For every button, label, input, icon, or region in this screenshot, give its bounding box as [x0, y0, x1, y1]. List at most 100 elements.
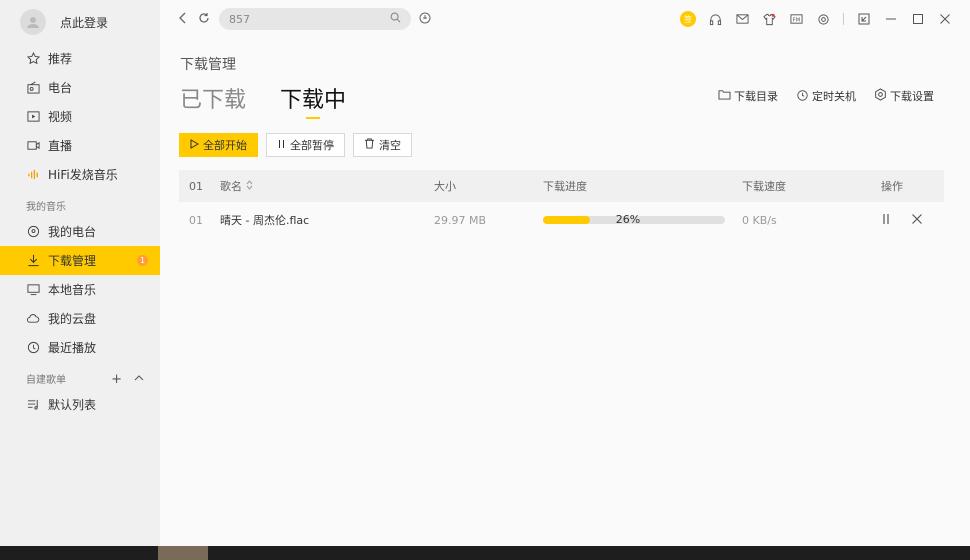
timer-shutdown-link[interactable]: 定时关机: [796, 88, 856, 104]
section-playlists-label: 自建歌单: [26, 375, 66, 386]
tab-downloading[interactable]: 下载中: [280, 82, 346, 119]
minimize-icon[interactable]: [883, 12, 898, 27]
sidebar-item-label: 电台: [48, 81, 73, 95]
sidebar-item-label: 推荐: [48, 52, 73, 66]
download-count-badge: 1: [137, 255, 148, 266]
sidebar-item-label: 视频: [48, 110, 73, 124]
progress-text: 26%: [615, 213, 641, 226]
delete-icon[interactable]: [911, 213, 923, 228]
header-index: 01: [189, 179, 203, 193]
mini-mode-icon[interactable]: [856, 12, 871, 27]
listen-identify-icon[interactable]: [419, 12, 431, 27]
sidebar-item-my-radio[interactable]: 我的电台: [0, 217, 160, 246]
divider: [843, 13, 844, 25]
login-label[interactable]: 点此登录: [60, 14, 108, 31]
main-content: 下载管理 已下载 下载中 下载目录 定时关机 下载设置 全部开始 全部暂停 清空: [160, 38, 970, 546]
table-header: 01 歌名 大小 下载进度 下载速度 操作: [179, 170, 944, 202]
live-icon: [26, 139, 40, 153]
row-progress: 26%: [543, 213, 725, 226]
album-thumbnail[interactable]: [158, 546, 208, 560]
sign-in-vip-icon[interactable]: 签: [680, 11, 696, 27]
sidebar-item-download[interactable]: 下载管理 1: [0, 246, 160, 275]
header-size: 大小: [434, 180, 456, 193]
my-radio-icon: [26, 225, 40, 239]
sort-icon[interactable]: [246, 179, 253, 193]
login-area[interactable]: 点此登录: [0, 0, 160, 44]
sidebar-item-label: 下载管理: [48, 254, 97, 268]
sidebar-item-label: 最近播放: [48, 341, 97, 355]
topbar: 857 签 FM: [160, 0, 970, 38]
headphones-icon[interactable]: [708, 12, 723, 27]
video-icon: [26, 110, 40, 124]
sidebar-item-live[interactable]: 直播: [0, 131, 160, 160]
pause-all-label: 全部暂停: [290, 139, 334, 152]
trash-icon: [364, 138, 375, 152]
cloud-icon: [26, 312, 40, 326]
sidebar-item-label: 我的云盘: [48, 312, 97, 326]
sidebar-item-local[interactable]: 本地音乐: [0, 275, 160, 304]
sidebar-item-hifi[interactable]: HiFi发烧音乐: [0, 160, 160, 189]
monitor-icon: [26, 283, 40, 297]
skin-icon[interactable]: [762, 12, 777, 27]
avatar[interactable]: [20, 9, 46, 35]
sidebar-item-label: 直播: [48, 139, 73, 153]
sidebar-item-radio[interactable]: 电台: [0, 73, 160, 102]
playlist-icon: [26, 398, 40, 412]
folder-icon: [718, 89, 731, 103]
progress-bar: 26%: [543, 213, 725, 226]
row-size: 29.97 MB: [434, 213, 487, 227]
play-icon: [190, 138, 200, 152]
download-settings-label: 下载设置: [890, 90, 934, 103]
sidebar-item-default-playlist[interactable]: 默认列表: [0, 390, 160, 419]
star-icon: [26, 52, 40, 66]
table-row[interactable]: 01 晴天 - 周杰伦.flac 29.97 MB 26% 0 KB/s: [179, 202, 944, 238]
clear-label: 清空: [379, 139, 401, 152]
window-controls: 签 FM: [680, 11, 952, 27]
collapse-icon[interactable]: [134, 372, 144, 387]
sidebar-item-label: HiFi发烧音乐: [48, 168, 118, 182]
pause-icon: [277, 139, 286, 152]
timer-shutdown-label: 定时关机: [812, 90, 856, 103]
mail-icon[interactable]: [735, 12, 750, 27]
row-index: 01: [189, 213, 203, 227]
pause-all-button[interactable]: 全部暂停: [266, 133, 345, 157]
add-playlist-icon[interactable]: +: [111, 372, 122, 387]
section-my-music: 我的音乐: [26, 202, 66, 213]
timer-icon: [796, 89, 809, 104]
settings-icon[interactable]: [816, 12, 831, 27]
refresh-icon[interactable]: [198, 12, 210, 27]
section-playlists: 自建歌单 +: [0, 362, 160, 390]
fm-icon[interactable]: FM: [789, 12, 804, 27]
pause-icon[interactable]: [881, 213, 891, 228]
tabs: 已下载 下载中: [180, 82, 346, 119]
start-all-button[interactable]: 全部开始: [179, 133, 258, 157]
header-song-name[interactable]: 歌名: [220, 178, 253, 194]
toolbar: 全部开始 全部暂停 清空: [179, 133, 412, 157]
row-ops: [881, 213, 923, 228]
maximize-icon[interactable]: [910, 12, 925, 27]
download-settings-link[interactable]: 下载设置: [874, 88, 934, 104]
back-icon[interactable]: [178, 12, 188, 27]
radio-icon: [26, 81, 40, 95]
search-box[interactable]: 857: [219, 8, 411, 30]
download-dir-link[interactable]: 下载目录: [718, 88, 778, 104]
clear-button[interactable]: 清空: [353, 133, 412, 157]
sidebar-item-label: 我的电台: [48, 225, 97, 239]
sidebar-item-recent[interactable]: 最近播放: [0, 333, 160, 362]
sidebar-item-label: 默认列表: [48, 398, 97, 412]
start-all-label: 全部开始: [203, 139, 247, 152]
sidebar-item-cloud[interactable]: 我的云盘: [0, 304, 160, 333]
tab-downloaded[interactable]: 已下载: [180, 82, 246, 114]
sidebar-item-video[interactable]: 视频: [0, 102, 160, 131]
nav-controls: [178, 12, 210, 27]
search-icon[interactable]: [390, 12, 401, 26]
sidebar: 点此登录 推荐 电台 视频 直播 HiFi发烧音乐 我的音乐 我的电台 下载管理…: [0, 0, 160, 546]
page-title: 下载管理: [180, 57, 236, 73]
search-input[interactable]: 857: [229, 13, 390, 26]
download-table: 01 歌名 大小 下载进度 下载速度 操作 01 晴天 - 周杰伦.flac 2…: [179, 170, 944, 238]
sidebar-item-recommend[interactable]: 推荐: [0, 44, 160, 73]
svg-text:FM: FM: [793, 18, 800, 24]
clock-icon: [26, 341, 40, 355]
gear-icon: [874, 88, 887, 104]
close-icon[interactable]: [937, 12, 952, 27]
